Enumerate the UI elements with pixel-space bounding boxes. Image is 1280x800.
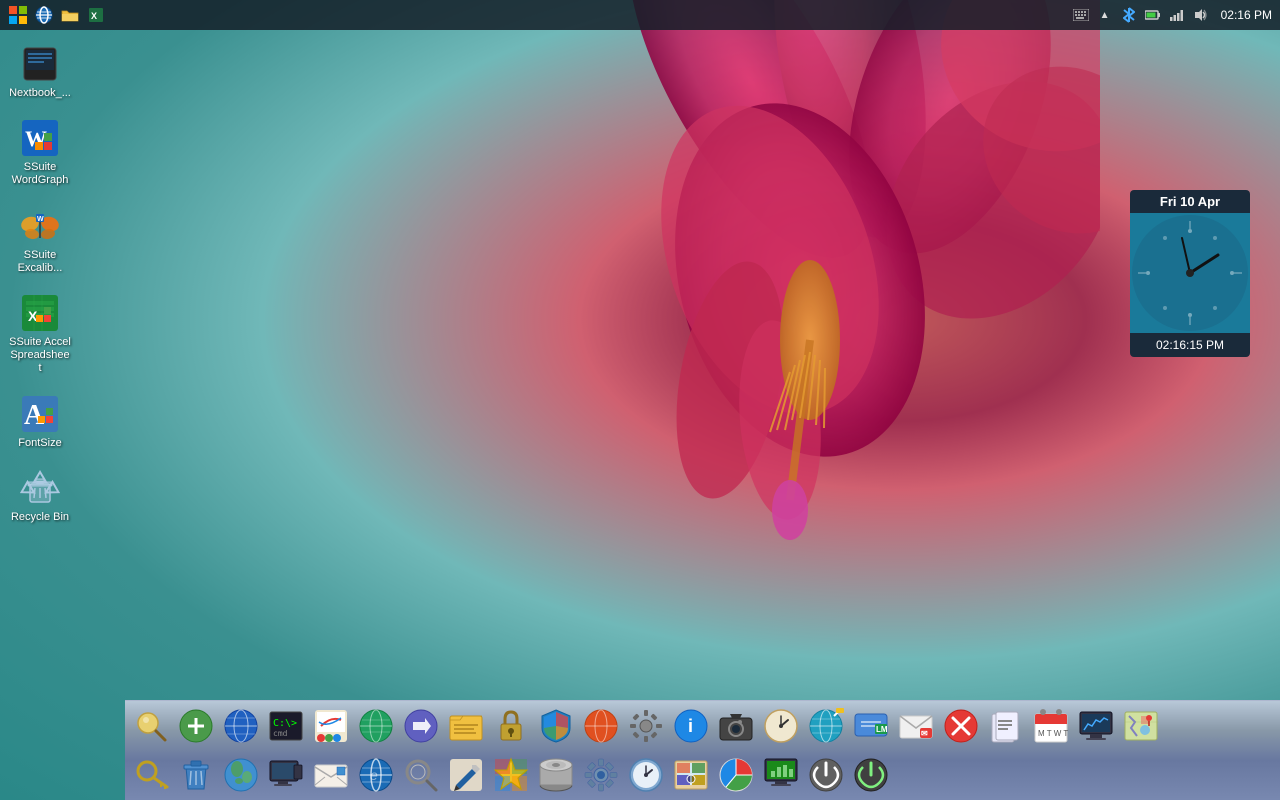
dock-monitor-icon[interactable] xyxy=(1074,704,1118,748)
desktop: X ▲ xyxy=(0,0,1280,800)
dock-photo-icon[interactable] xyxy=(669,753,713,797)
svg-text:C:\>: C:\> xyxy=(273,718,297,729)
battery-icon xyxy=(1145,7,1161,23)
svg-text:X: X xyxy=(91,11,97,21)
dock-clock2-icon[interactable] xyxy=(624,753,668,797)
svg-text:✉: ✉ xyxy=(921,729,928,738)
dock-globe-icon[interactable] xyxy=(219,704,263,748)
desktop-icon-nextbook[interactable]: Nextbook_... xyxy=(5,40,75,104)
accel-icon: X xyxy=(20,293,60,333)
desktop-icon-fontsize[interactable]: A FontSize xyxy=(5,390,75,454)
dock-calendar-icon[interactable]: M T W T F xyxy=(1029,704,1073,748)
nextbook-icon xyxy=(20,44,60,84)
volume-icon[interactable] xyxy=(1193,7,1209,23)
dock-file-manager-icon[interactable] xyxy=(444,704,488,748)
dock-magnify-icon[interactable] xyxy=(129,704,173,748)
dock-power2-icon[interactable] xyxy=(849,753,893,797)
dock-chart-icon[interactable] xyxy=(714,753,758,797)
dock-mail2-icon[interactable] xyxy=(309,753,353,797)
taskbar-top-left: X xyxy=(8,5,106,25)
folder-taskbar-button[interactable] xyxy=(60,5,80,25)
wordgraph-icon: W xyxy=(20,118,60,158)
desktop-icon-accel[interactable]: X SSuite Accel Spreadsheet xyxy=(5,289,75,380)
dock-disk-icon[interactable] xyxy=(534,753,578,797)
recycle-bin-icon xyxy=(20,468,60,508)
dock-clock-icon[interactable] xyxy=(759,704,803,748)
excel-taskbar-button[interactable]: X xyxy=(86,5,106,25)
system-tray-expand-icon[interactable]: ▲ xyxy=(1097,7,1113,23)
dock-key-icon[interactable] xyxy=(129,753,173,797)
clock-time: 02:16:15 PM xyxy=(1130,333,1250,357)
svg-text:M T W T F: M T W T F xyxy=(1038,729,1069,738)
taskbar-top-right: ▲ xyxy=(1073,7,1272,23)
svg-text:cmd: cmd xyxy=(273,729,288,738)
wordgraph-label: SSuite WordGraph xyxy=(9,161,71,187)
dock-paint-icon[interactable] xyxy=(309,704,353,748)
dock-ie2-icon[interactable]: e xyxy=(354,753,398,797)
dock-add-icon[interactable] xyxy=(174,704,218,748)
taskbar-top: X ▲ xyxy=(0,0,1280,30)
dock-row-bottom: e xyxy=(125,751,1280,800)
svg-text:e: e xyxy=(370,767,378,783)
dock-transfer-icon[interactable] xyxy=(399,704,443,748)
dock-gear-icon[interactable] xyxy=(624,704,668,748)
signal-icon xyxy=(1169,7,1185,23)
recycle-bin-label: Recycle Bin xyxy=(11,511,69,524)
dock-files-icon[interactable] xyxy=(984,704,1028,748)
dock-earth-icon[interactable] xyxy=(219,753,263,797)
dock-row-top: C:\> cmd xyxy=(125,701,1280,751)
dock-trash-icon[interactable] xyxy=(174,753,218,797)
bluetooth-icon[interactable] xyxy=(1121,7,1137,23)
dock-search2-icon[interactable] xyxy=(399,753,443,797)
dock-message-icon[interactable]: LM xyxy=(849,704,893,748)
desktop-icons-container: Nextbook_... W SSuite WordGraph xyxy=(5,40,75,528)
svg-text:W: W xyxy=(37,216,44,223)
dock-power1-icon[interactable] xyxy=(804,753,848,797)
ie-taskbar-button[interactable] xyxy=(34,5,54,25)
svg-text:A: A xyxy=(24,400,45,431)
dock-monitor3-icon[interactable] xyxy=(759,753,803,797)
dock-star-icon[interactable] xyxy=(489,753,533,797)
svg-text:i: i xyxy=(688,716,693,736)
clock-date: Fri 10 Apr xyxy=(1130,190,1250,213)
desktop-icon-recycle-bin[interactable]: Recycle Bin xyxy=(5,464,75,528)
fontsize-label: FontSize xyxy=(18,437,61,450)
dock-mail-icon[interactable]: ✉ xyxy=(894,704,938,748)
dock-gear2-icon[interactable] xyxy=(579,753,623,797)
excalib-icon: W xyxy=(20,206,60,246)
keyboard-icon[interactable] xyxy=(1073,7,1089,23)
dock-terminal-icon[interactable]: C:\> cmd xyxy=(264,704,308,748)
clock-widget[interactable]: Fri 10 Apr xyxy=(1130,190,1250,357)
dock-globe2-icon[interactable] xyxy=(354,704,398,748)
dock-camera-icon[interactable] xyxy=(714,704,758,748)
windows-start-button[interactable] xyxy=(8,5,28,25)
background-flower xyxy=(350,0,1100,650)
dock-pen-icon[interactable] xyxy=(444,753,488,797)
desktop-icon-wordgraph[interactable]: W SSuite WordGraph xyxy=(5,114,75,191)
nextbook-label: Nextbook_... xyxy=(9,87,71,100)
dock-monitor2-icon[interactable] xyxy=(264,753,308,797)
dock-lock-icon[interactable] xyxy=(489,704,533,748)
accel-label: SSuite Accel Spreadsheet xyxy=(9,336,71,376)
desktop-icon-excalib[interactable]: W SSuite Excalib... xyxy=(5,202,75,279)
dock-globe3-icon[interactable] xyxy=(579,704,623,748)
dock-map-icon[interactable] xyxy=(1119,704,1163,748)
excalib-label: SSuite Excalib... xyxy=(9,249,71,275)
fontsize-icon: A xyxy=(20,394,60,434)
svg-text:LM: LM xyxy=(876,725,888,734)
clock-face xyxy=(1130,213,1250,333)
dock-info-icon[interactable]: i xyxy=(669,704,713,748)
dock-network-icon[interactable] xyxy=(804,704,848,748)
dock: C:\> cmd xyxy=(125,700,1280,800)
dock-shield-icon[interactable] xyxy=(534,704,578,748)
system-time: 02:16 PM xyxy=(1221,8,1272,22)
dock-x-icon[interactable] xyxy=(939,704,983,748)
